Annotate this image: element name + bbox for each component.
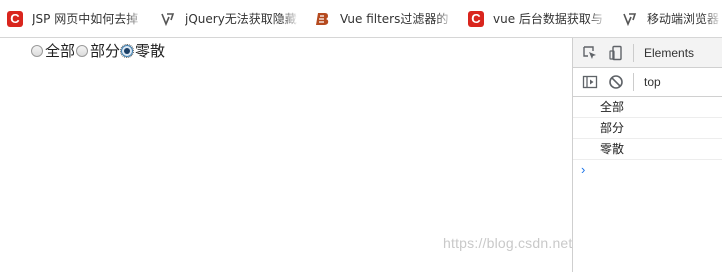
bookmarks-bar: C JSP 网页中如何去掉 jQuery无法获取隐藏 Vue filters过滤… [0, 0, 722, 38]
clear-console-icon[interactable] [605, 71, 627, 93]
devtools-toolbar: Elements [573, 38, 722, 68]
bookmark-label: jQuery无法获取隐藏 [185, 10, 299, 27]
radio-option-part[interactable]: 部分 [75, 40, 120, 61]
radio-option-scattered[interactable]: 零散 [120, 40, 165, 61]
csdn-icon: C [468, 10, 484, 27]
console-message: 零散 [573, 139, 722, 160]
radio-label: 零散 [135, 42, 166, 60]
csdn-icon: C [7, 10, 23, 27]
bookmark-label: JSP 网页中如何去掉 [32, 10, 144, 27]
show-sidebar-icon[interactable] [579, 71, 601, 93]
inspect-element-icon[interactable] [579, 42, 601, 64]
vue-b-icon [315, 11, 331, 27]
context-selector[interactable]: top [644, 75, 661, 89]
radio-button[interactable] [120, 43, 135, 58]
radio-option-all[interactable]: 全部 [30, 40, 75, 61]
device-toolbar-icon[interactable] [605, 42, 627, 64]
radio-group: 全部 部分 零散 [30, 40, 165, 61]
bookmark-item[interactable]: Vue filters过滤器的 [306, 0, 460, 37]
bookmark-label: 移动端浏览器 [647, 10, 722, 27]
tab-elements[interactable]: Elements [644, 46, 694, 60]
radio-button[interactable] [76, 44, 89, 57]
bookmark-item[interactable]: jQuery无法获取隐藏 [152, 0, 306, 37]
bookmark-item[interactable]: C vue 后台数据获取与 [460, 0, 614, 37]
jb-icon [622, 11, 638, 27]
bookmark-label: vue 后台数据获取与 [493, 10, 607, 27]
console-toolbar: top [573, 68, 722, 97]
toolbar-divider [633, 73, 634, 91]
devtools-panel: Elements top 全部 部分 零散 › [572, 38, 722, 272]
bookmark-label: Vue filters过滤器的 [340, 10, 454, 27]
jb-icon [160, 11, 176, 27]
console-prompt[interactable]: › [573, 160, 722, 180]
bookmark-item[interactable]: 移动端浏览器 [614, 0, 722, 37]
console-message: 全部 [573, 97, 722, 118]
bookmark-item[interactable]: C JSP 网页中如何去掉 [0, 0, 152, 37]
toolbar-divider [633, 43, 634, 62]
console-message: 部分 [573, 118, 722, 139]
radio-label: 部分 [90, 42, 121, 60]
page-content: 全部 部分 零散 https://blog.csdn.net/weixin_43… [0, 38, 688, 272]
radio-button[interactable] [31, 44, 43, 57]
radio-label: 全部 [45, 42, 76, 60]
